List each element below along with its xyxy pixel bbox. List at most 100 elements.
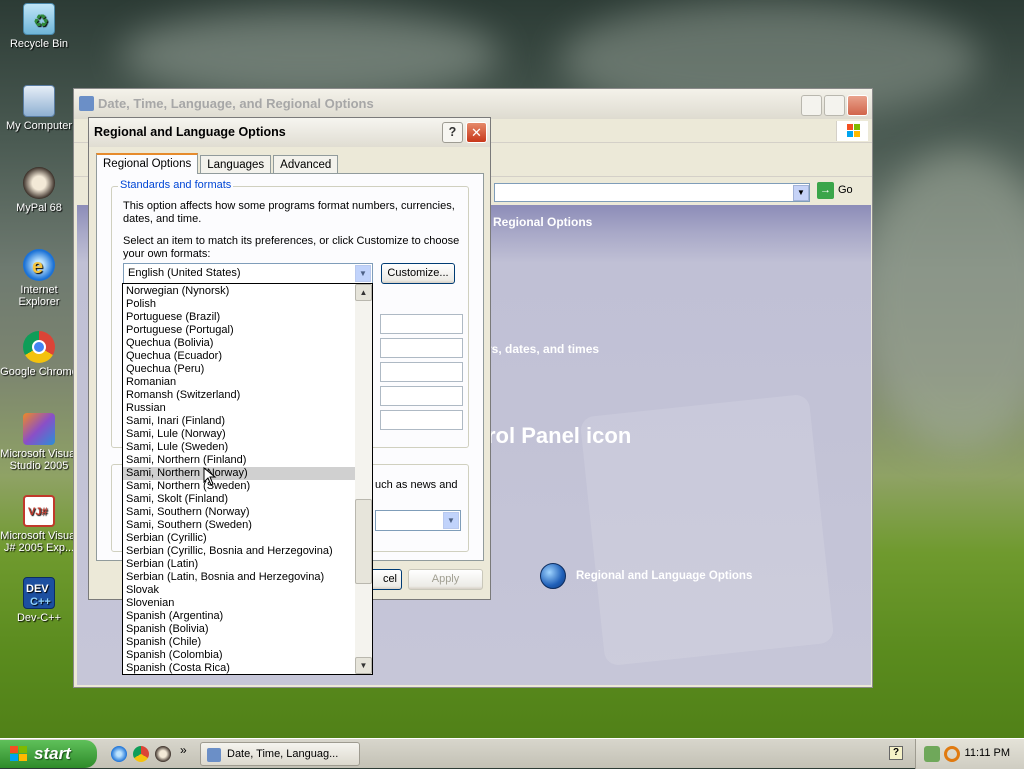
desktop-icon-mypal[interactable]: MyPal 68	[0, 167, 78, 214]
scroll-thumb[interactable]	[355, 499, 372, 584]
locale-option[interactable]: Portuguese (Portugal)	[123, 324, 356, 337]
desktop-icon-visual-studio[interactable]: Microsoft Visual Studio 2005	[0, 413, 78, 472]
locale-option[interactable]: Spanish (Costa Rica)	[123, 662, 356, 675]
control-panel-titlebar[interactable]: Date, Time, Language, and Regional Optio…	[74, 89, 872, 119]
dialog-close-button[interactable]: ✕	[466, 122, 487, 143]
desktop-icon-label: Microsoft Visual Studio 2005	[0, 448, 78, 472]
network-icon[interactable]	[924, 746, 940, 762]
locale-option[interactable]: Slovak	[123, 584, 356, 597]
help-tray-icon[interactable]: ?	[889, 746, 903, 760]
sample-field	[380, 410, 463, 430]
desktop-icon-label: MyPal 68	[16, 202, 62, 214]
svg-text:C++: C++	[30, 596, 51, 608]
quicklaunch-chrome-icon[interactable]	[133, 746, 149, 762]
locale-option[interactable]: Sami, Southern (Norway)	[123, 506, 356, 519]
locale-option[interactable]: Norwegian (Nynorsk)	[123, 285, 356, 298]
start-button[interactable]: start	[0, 740, 97, 768]
locale-option[interactable]: Russian	[123, 402, 356, 415]
locale-option[interactable]: Spanish (Colombia)	[123, 649, 356, 662]
locale-option[interactable]: Spanish (Bolivia)	[123, 623, 356, 636]
desktop-icon-google-chrome[interactable]: Google Chrome	[0, 331, 78, 378]
pick-icon-heading: rol Panel icon	[487, 423, 632, 448]
regional-options-link[interactable]: Regional and Language Options	[540, 563, 752, 589]
globe-icon	[540, 563, 566, 589]
locale-option[interactable]: Serbian (Latin, Bosnia and Herzegovina)	[123, 571, 356, 584]
search-icon[interactable]	[944, 746, 960, 762]
sample-field	[380, 314, 463, 334]
desktop-icon-dev-cpp[interactable]: DEV C++ Dev-C++	[0, 577, 78, 624]
locale-combobox[interactable]: English (United States) ▼	[123, 263, 373, 284]
sample-field	[380, 338, 463, 358]
locale-option[interactable]: Serbian (Cyrillic)	[123, 532, 356, 545]
locale-option[interactable]: Sami, Lule (Sweden)	[123, 441, 356, 454]
svg-text:e: e	[32, 256, 43, 278]
apply-button[interactable]: Apply	[408, 569, 483, 590]
taskbar: start » Date, Time, Languag... ? 11:11 P…	[0, 738, 1024, 769]
svg-text:DEV: DEV	[26, 583, 49, 595]
minimize-button[interactable]	[801, 95, 822, 116]
desktop-icon-internet-explorer[interactable]: e Internet Explorer	[0, 249, 78, 308]
locale-option[interactable]: Sami, Skolt (Finland)	[123, 493, 356, 506]
quicklaunch-mypal-icon[interactable]	[155, 746, 171, 762]
locale-option[interactable]: Quechua (Ecuador)	[123, 350, 356, 363]
help-button[interactable]: ?	[442, 122, 463, 143]
tab-strip: Regional Options Languages Advanced	[96, 153, 340, 174]
description-text: This option affects how some programs fo…	[123, 200, 455, 225]
quicklaunch-chevron-icon[interactable]: »	[180, 743, 187, 757]
locale-option[interactable]: Quechua (Bolivia)	[123, 337, 356, 350]
system-tray: 11:11 PM	[915, 739, 1024, 769]
control-panel-title: Date, Time, Language, and Regional Optio…	[98, 96, 374, 111]
address-dropdown-button[interactable]: ▼	[793, 185, 809, 201]
locale-option[interactable]: Sami, Northern (Norway)	[123, 467, 356, 480]
windows-logo-icon	[836, 121, 868, 141]
desktop-icon-recycle-bin[interactable]: ♻ Recycle Bin	[0, 3, 78, 50]
start-label: start	[34, 744, 71, 763]
tab-languages[interactable]: Languages	[200, 155, 272, 174]
locale-option[interactable]: Portuguese (Brazil)	[123, 311, 356, 324]
scroll-down-icon[interactable]: ▼	[355, 657, 372, 674]
desktop-icon-visual-jsharp[interactable]: VJ# Microsoft Visual J# 2005 Exp...	[0, 495, 78, 554]
locale-option[interactable]: Sami, Southern (Sweden)	[123, 519, 356, 532]
chrome-icon	[23, 331, 55, 363]
clock: 11:11 PM	[964, 747, 1010, 759]
dialog-title: Regional and Language Options	[94, 125, 286, 139]
customize-button[interactable]: Customize...	[381, 263, 455, 284]
scroll-up-icon[interactable]: ▲	[355, 284, 372, 301]
maximize-button[interactable]	[824, 95, 845, 116]
location-combobox[interactable]: ▼	[375, 510, 461, 531]
address-field[interactable]: ▼	[494, 183, 810, 202]
desktop-icon-my-computer[interactable]: My Computer	[0, 85, 78, 132]
close-button[interactable]	[847, 95, 868, 116]
vertical-scrollbar[interactable]: ▲ ▼	[355, 284, 372, 674]
quicklaunch-ie-icon[interactable]	[111, 746, 127, 762]
locale-option[interactable]: Sami, Northern (Sweden)	[123, 480, 356, 493]
locale-option[interactable]: Serbian (Cyrillic, Bosnia and Herzegovin…	[123, 545, 356, 558]
locale-option[interactable]: Romansh (Switzerland)	[123, 389, 356, 402]
desktop-icon-label: Internet Explorer	[18, 284, 60, 308]
locale-option[interactable]: Polish	[123, 298, 356, 311]
tab-advanced[interactable]: Advanced	[273, 155, 339, 174]
recycle-bin-icon: ♻	[23, 3, 55, 35]
dialog-titlebar[interactable]: Regional and Language Options ? ✕	[89, 118, 490, 147]
locale-option[interactable]: Sami, Northern (Finland)	[123, 454, 356, 467]
instruction-text: Select an item to match its preferences,…	[123, 235, 460, 260]
selected-locale: English (United States)	[128, 267, 241, 279]
tab-regional-options[interactable]: Regional Options	[96, 153, 199, 174]
locale-option[interactable]: Slovenian	[123, 597, 356, 610]
locale-option[interactable]: Romanian	[123, 376, 356, 389]
locale-option[interactable]: Spanish (Argentina)	[123, 610, 356, 623]
pick-task-link[interactable]: rs, dates, and times	[487, 342, 599, 356]
locale-option[interactable]: Sami, Inari (Finland)	[123, 415, 356, 428]
chevron-down-icon[interactable]: ▼	[355, 265, 371, 282]
locale-option[interactable]: Quechua (Peru)	[123, 363, 356, 376]
go-button[interactable]: → Go	[817, 182, 853, 199]
chevron-down-icon[interactable]: ▼	[443, 512, 459, 529]
desktop-icon-label: Microsoft Visual J# 2005 Exp...	[0, 530, 78, 554]
locale-option[interactable]: Serbian (Latin)	[123, 558, 356, 571]
windows-flag-icon	[10, 746, 27, 761]
taskbar-window-button[interactable]: Date, Time, Languag...	[200, 742, 360, 766]
locale-option[interactable]: Spanish (Chile)	[123, 636, 356, 649]
go-arrow-icon: →	[817, 182, 834, 199]
locale-dropdown-list[interactable]: Norwegian (Nynorsk) Polish Portuguese (Bra…	[122, 283, 373, 675]
locale-option[interactable]: Sami, Lule (Norway)	[123, 428, 356, 441]
